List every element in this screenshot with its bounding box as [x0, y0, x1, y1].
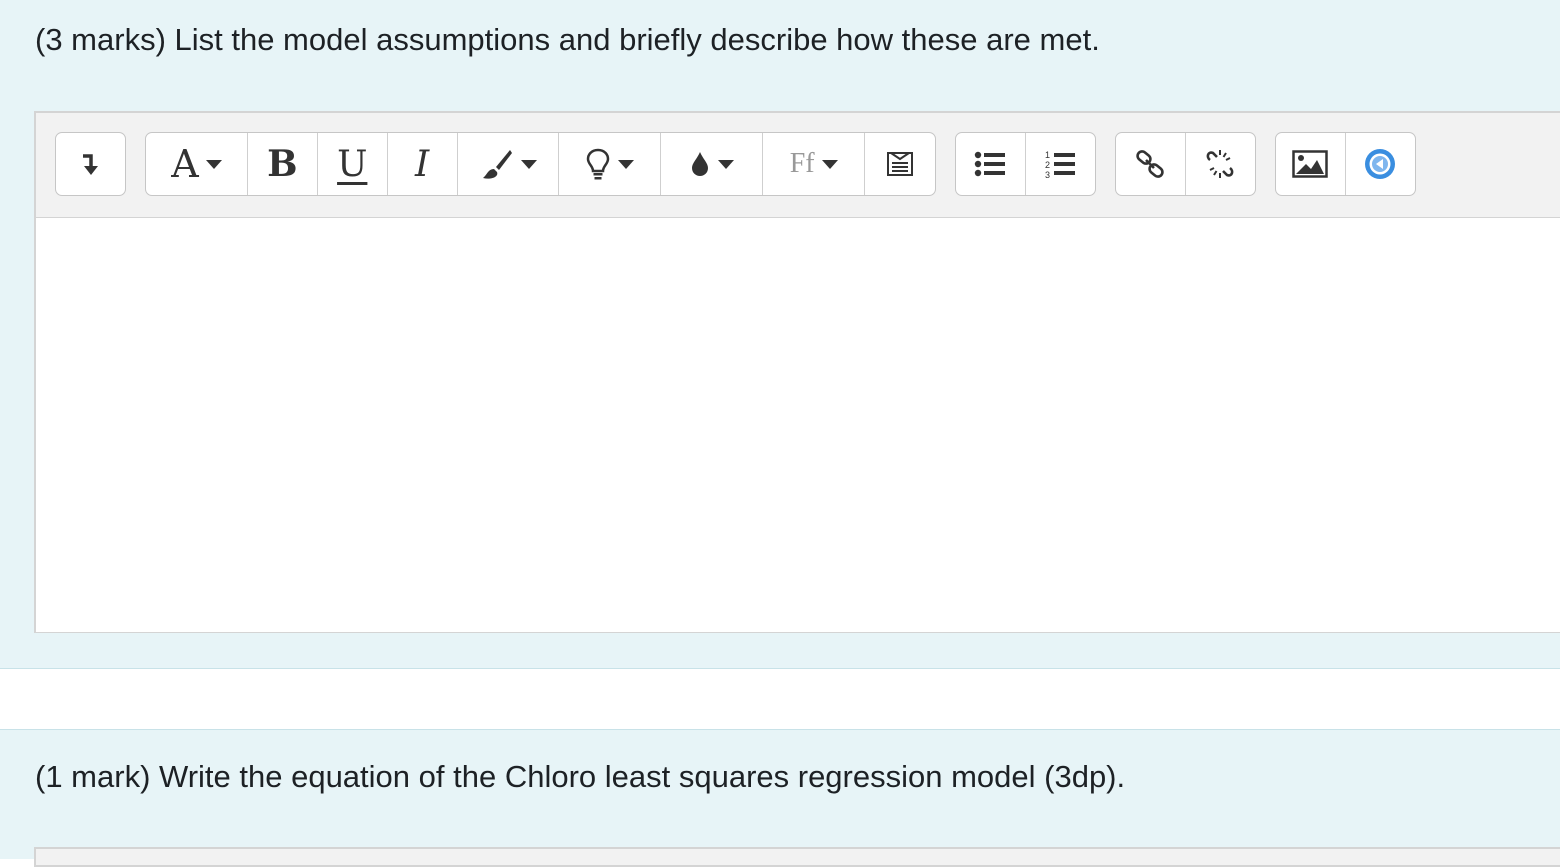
question-text-2: (1 mark) Write the equation of the Chlor…: [35, 759, 1126, 794]
font-family-button[interactable]: Ff: [763, 133, 866, 195]
lightbulb-icon: [587, 148, 610, 180]
bold-button[interactable]: B: [248, 133, 318, 195]
chevron-down-icon: [520, 159, 537, 169]
chevron-down-icon: [205, 159, 222, 169]
clear-formatting-button[interactable]: [865, 133, 935, 195]
ordered-list-button[interactable]: 1 2 3: [1026, 133, 1096, 195]
toolbar-group-links: [1115, 132, 1256, 196]
rich-text-editor-2[interactable]: [34, 847, 1560, 867]
editor-toolbar: A B U I Ff 1 2 3: [36, 113, 1560, 217]
background-color-button[interactable]: [458, 133, 560, 195]
list-number-1: 1: [1045, 150, 1050, 160]
list-number-2: 2: [1045, 160, 1050, 170]
chevron-down-icon: [618, 159, 635, 169]
link-button[interactable]: [1116, 133, 1186, 195]
bold-icon: B: [267, 143, 298, 185]
rich-text-editor: A B U I Ff 1 2 3: [34, 111, 1560, 633]
insert-image-button[interactable]: [1276, 133, 1346, 195]
arrow-down-right-icon: [82, 154, 98, 175]
question-block-1: (3 marks) List the model assumptions and…: [0, 0, 1560, 669]
italic-icon: I: [415, 143, 430, 185]
link-icon: [1136, 150, 1164, 178]
underline-icon: U: [337, 143, 368, 185]
italic-button[interactable]: I: [388, 133, 458, 195]
insert-media-button[interactable]: [1346, 133, 1416, 195]
editor-content-area[interactable]: [36, 217, 1560, 632]
question-text: (3 marks) List the model assumptions and…: [35, 22, 1100, 57]
font-size-button[interactable]: A: [146, 133, 248, 195]
unordered-list-button[interactable]: [956, 133, 1026, 195]
toolbar-group-collapse: [55, 132, 126, 196]
chevron-down-icon: [821, 159, 838, 169]
image-icon: [1292, 150, 1328, 178]
accessibility-checker-button[interactable]: [559, 133, 662, 195]
clear-format-icon: [887, 152, 914, 176]
font-family-icon: Ff: [789, 148, 815, 179]
toolbar-group-style: A B U I Ff: [145, 132, 936, 196]
text-color-button[interactable]: [661, 133, 764, 195]
chevron-down-icon: [718, 159, 735, 169]
paintbrush-icon: [482, 150, 512, 179]
unlink-button[interactable]: [1186, 133, 1256, 195]
toolbar-group-lists: 1 2 3: [955, 132, 1096, 196]
font-size-icon: A: [171, 142, 199, 186]
bullet-list-icon: [975, 151, 1006, 177]
numbered-list-icon: 1 2 3: [1045, 150, 1076, 180]
toolbar-group-media: [1275, 132, 1416, 196]
media-icon: [1365, 149, 1396, 179]
underline-button[interactable]: U: [318, 133, 388, 195]
list-number-3: 3: [1045, 170, 1050, 180]
unlink-icon: [1206, 150, 1234, 178]
droplet-icon: [692, 152, 709, 176]
collapse-toolbar-button[interactable]: [56, 133, 125, 195]
